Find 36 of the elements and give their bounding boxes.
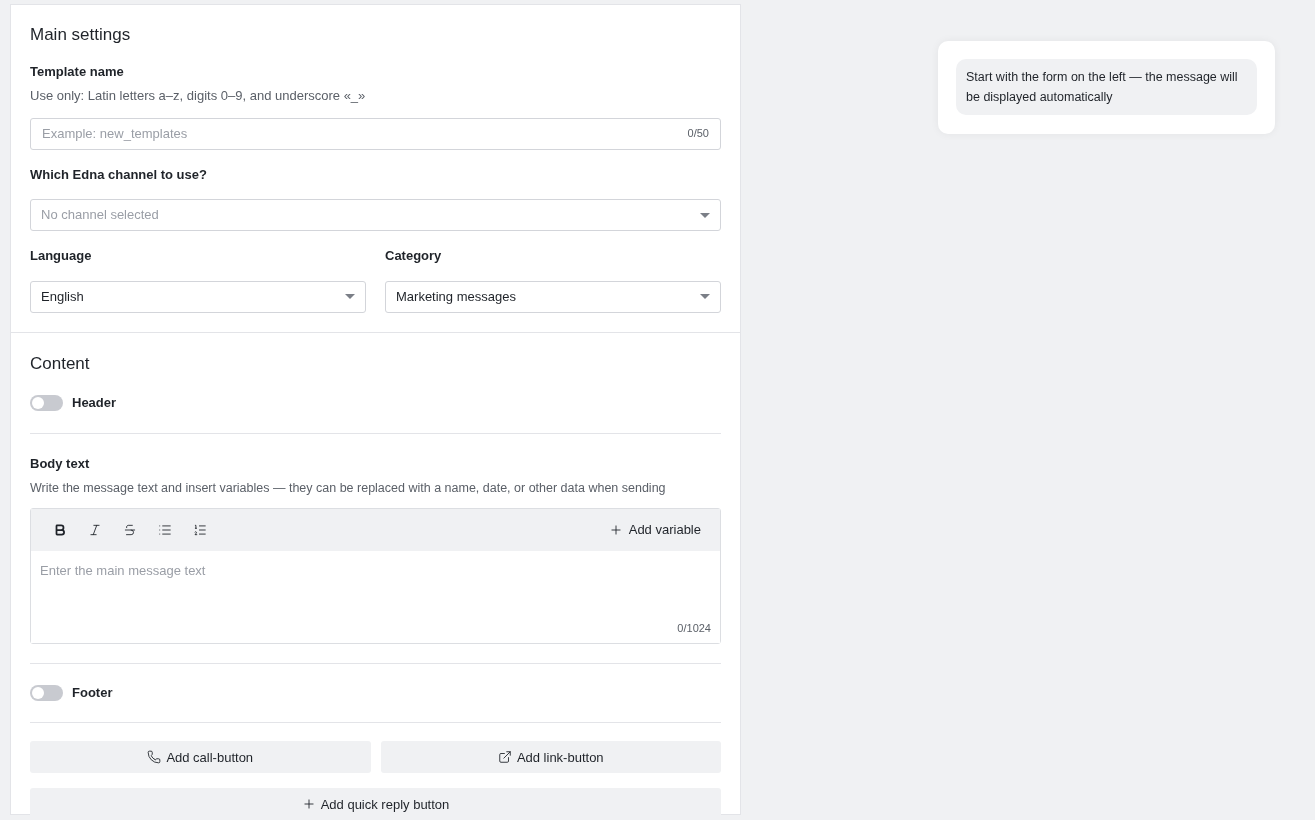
bold-icon: [53, 522, 67, 537]
toggle-switch[interactable]: [30, 684, 63, 701]
message-bubble: Start with the form on the left — the message will be displayed automatically: [956, 59, 1257, 115]
add-button[interactable]: Add call-button: [30, 741, 371, 774]
section-title: Content: [30, 352, 91, 375]
numbered-list-icon: [193, 522, 207, 537]
toggle-label: Footer: [72, 683, 113, 702]
dropdown-caret-icon: [700, 294, 710, 299]
field-label: Body text: [30, 454, 91, 473]
category-dropdown[interactable]: Marketing messages: [385, 280, 721, 313]
section-title: Main settings: [30, 24, 132, 46]
field-hint: Write the message text and insert variables — they can be replaced with a name, date, or other data when sending: [30, 480, 667, 497]
template-name-field[interactable]: Example: new_templates 0/50: [30, 117, 721, 150]
toggle-label: Header: [72, 394, 117, 412]
toggle-switch[interactable]: [30, 394, 63, 411]
external-link-icon: [497, 750, 512, 765]
message-text-area[interactable]: Enter the main message text: [40, 560, 711, 621]
template-name-input[interactable]: Example: new_templates: [42, 123, 688, 144]
dropdown-caret-icon: [345, 294, 355, 299]
bulleted-list-icon: [158, 522, 172, 537]
field-label: Category: [385, 247, 443, 265]
field-label: Which Edna channel to use?: [30, 165, 208, 184]
plus-icon: [608, 522, 623, 537]
field-hint: Use only: Latin letters a–z, digits 0–9, and underscore «_»: [30, 87, 367, 105]
italic-icon: [88, 522, 102, 537]
phone-icon: [147, 750, 162, 765]
add-button[interactable]: Add link-button: [380, 741, 721, 774]
add-variable-button[interactable]: Add variable: [608, 520, 706, 540]
plus-icon: [301, 797, 316, 812]
char-counter: 0/1024: [677, 621, 711, 637]
field-label: Template name: [30, 62, 125, 81]
field-label: Language: [30, 247, 93, 265]
dropdown-caret-icon: [700, 212, 710, 218]
char-counter: 0/50: [687, 126, 709, 142]
language-dropdown[interactable]: English: [30, 280, 366, 313]
strikethrough-icon: [123, 522, 137, 537]
